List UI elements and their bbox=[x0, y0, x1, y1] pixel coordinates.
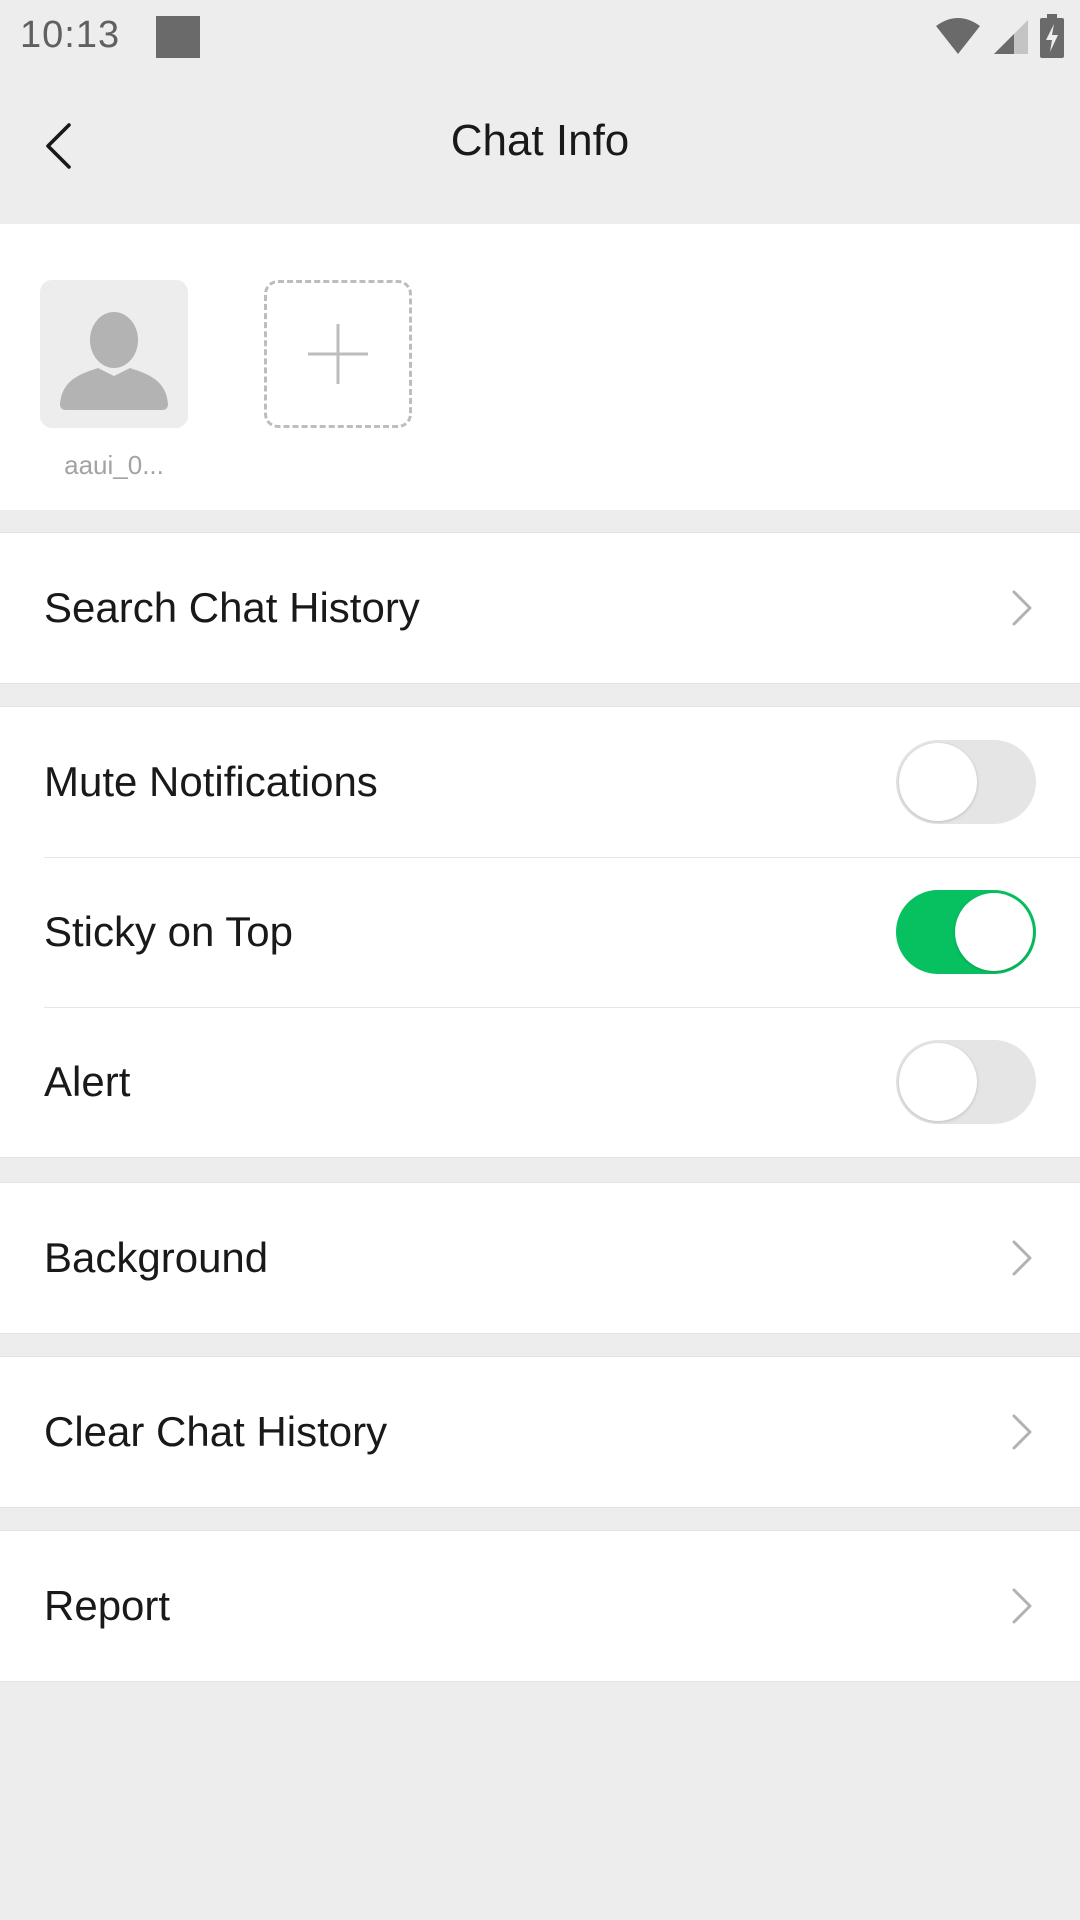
status-time: 10:13 bbox=[20, 14, 121, 56]
background-cell[interactable]: Background bbox=[0, 1183, 1080, 1333]
status-bar: 10:13 bbox=[0, 0, 1080, 76]
members-panel: aaui_0... bbox=[0, 224, 1080, 510]
search-chat-history-label: Search Chat History bbox=[44, 584, 420, 631]
nav-header: Chat Info bbox=[0, 76, 1080, 224]
default-avatar-icon bbox=[60, 312, 168, 410]
settings-switch-group: Mute Notifications Sticky on Top Alert bbox=[0, 706, 1080, 1158]
report-group: Report bbox=[0, 1530, 1080, 1682]
sticky-on-top-switch[interactable] bbox=[896, 890, 1036, 974]
report-label: Report bbox=[44, 1582, 171, 1629]
plus-icon bbox=[308, 324, 368, 384]
alert-switch[interactable] bbox=[896, 1040, 1036, 1124]
member-name: aaui_0... bbox=[64, 450, 164, 480]
signal-icon bbox=[994, 20, 1028, 54]
clear-chat-history-label: Clear Chat History bbox=[44, 1408, 388, 1455]
switch-knob bbox=[899, 743, 977, 821]
member-avatar[interactable] bbox=[40, 280, 188, 428]
search-group: Search Chat History bbox=[0, 532, 1080, 684]
add-member-button[interactable] bbox=[264, 280, 412, 428]
alert-label: Alert bbox=[44, 1058, 131, 1105]
status-icons bbox=[934, 14, 1064, 58]
mute-notifications-cell: Mute Notifications bbox=[0, 707, 1080, 857]
chevron-right-icon bbox=[1012, 590, 1032, 626]
mute-notifications-label: Mute Notifications bbox=[44, 758, 378, 805]
background-group: Background bbox=[0, 1182, 1080, 1334]
switch-knob bbox=[899, 1043, 977, 1121]
chevron-right-icon bbox=[1012, 1588, 1032, 1624]
chevron-right-icon bbox=[1012, 1240, 1032, 1276]
clear-chat-history-cell[interactable]: Clear Chat History bbox=[0, 1357, 1080, 1507]
alert-cell: Alert bbox=[0, 1007, 1080, 1157]
notification-square-icon bbox=[156, 16, 200, 58]
clear-history-group: Clear Chat History bbox=[0, 1356, 1080, 1508]
report-cell[interactable]: Report bbox=[0, 1531, 1080, 1681]
search-chat-history-cell[interactable]: Search Chat History bbox=[0, 533, 1080, 683]
switch-knob bbox=[955, 893, 1033, 971]
chevron-right-icon bbox=[1012, 1414, 1032, 1450]
wifi-icon bbox=[936, 18, 980, 54]
page-title: Chat Info bbox=[450, 116, 630, 165]
sticky-on-top-label: Sticky on Top bbox=[44, 908, 294, 955]
mute-notifications-switch[interactable] bbox=[896, 740, 1036, 824]
sticky-on-top-cell: Sticky on Top bbox=[0, 857, 1080, 1007]
background-label: Background bbox=[44, 1234, 269, 1281]
battery-charging-icon bbox=[1040, 14, 1064, 58]
